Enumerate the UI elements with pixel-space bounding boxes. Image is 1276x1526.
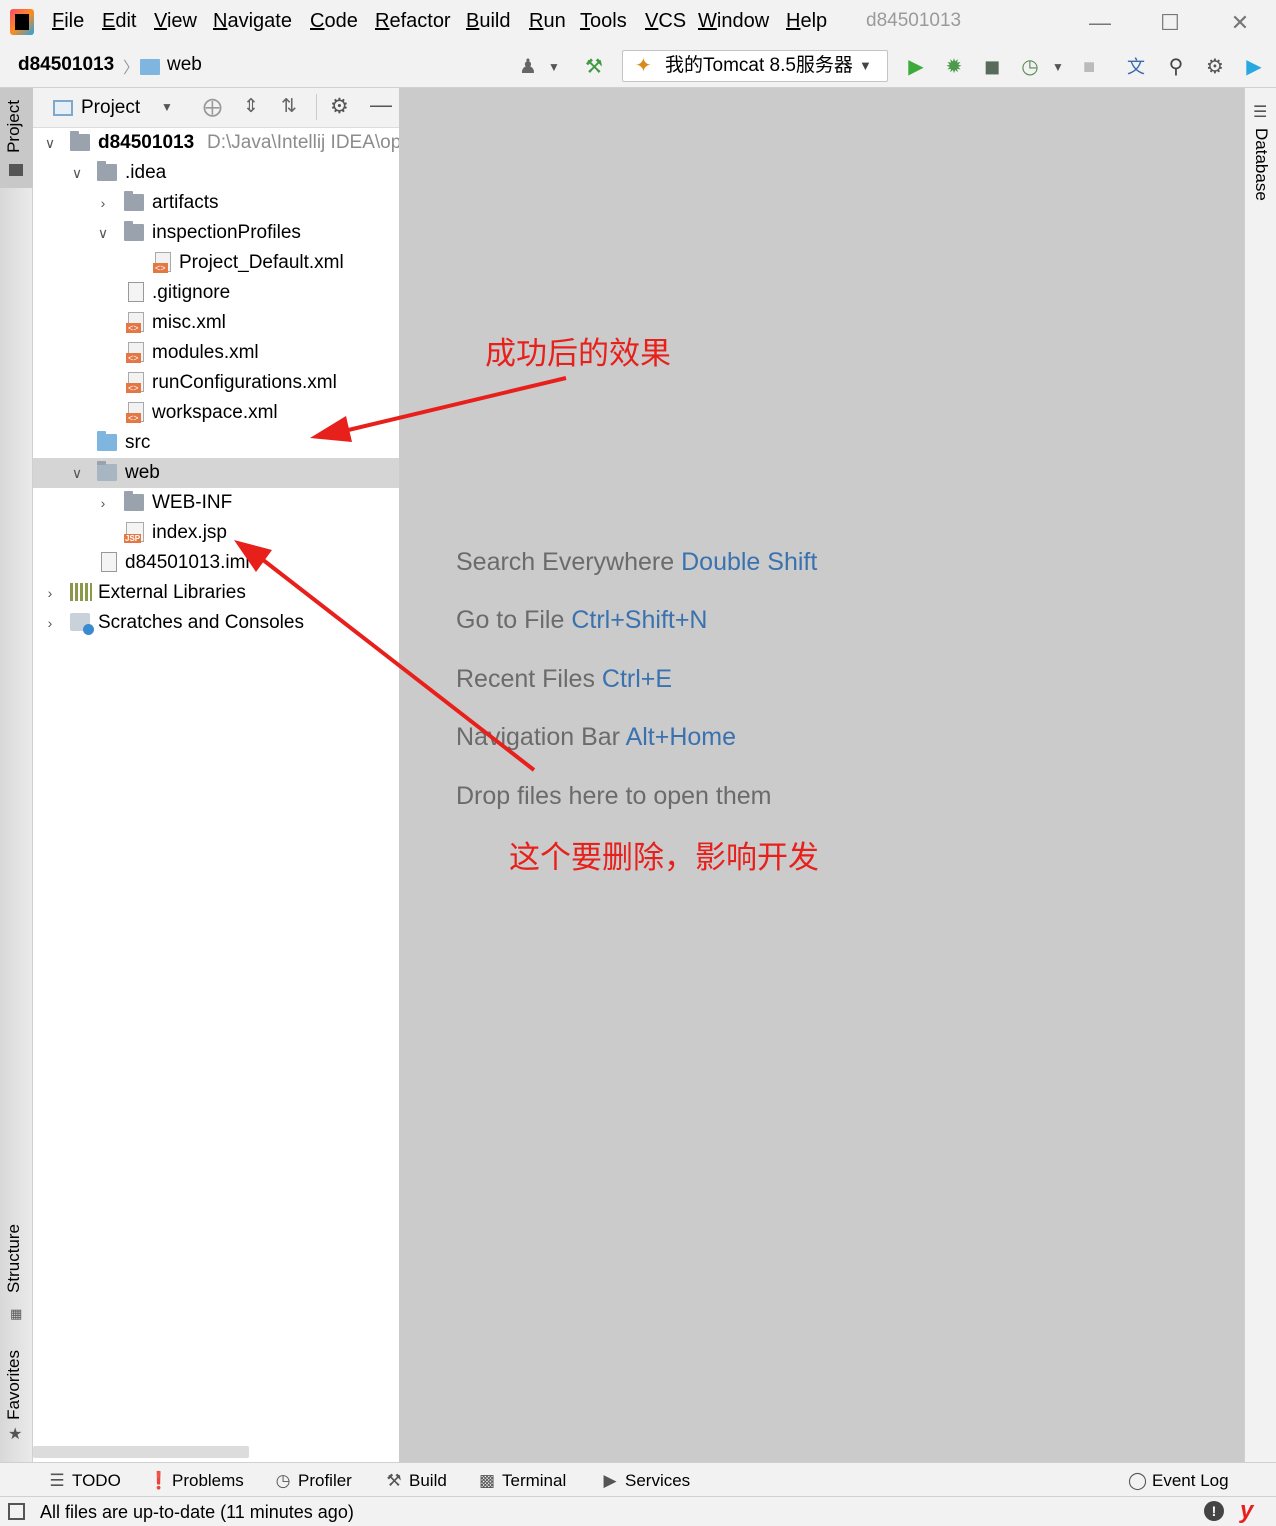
status-text: All files are up-to-date (11 minutes ago… — [40, 1502, 354, 1522]
event-log-icon: ◯ — [1128, 1471, 1148, 1490]
profiler-tab[interactable]: ◷ Profiler — [274, 1471, 352, 1491]
terminal-tab[interactable]: ▩ Terminal — [478, 1471, 566, 1491]
hammer-icon: ⚒ — [386, 1471, 402, 1490]
youdao-icon[interactable]: y — [1240, 1497, 1253, 1525]
problems-tab[interactable]: ❗ Problems — [148, 1471, 244, 1491]
list-icon: ☰ — [49, 1471, 65, 1490]
services-icon: ▶ — [603, 1471, 617, 1490]
panel-toggle-icon[interactable] — [8, 1503, 25, 1520]
annotation-arrows — [234, 376, 567, 772]
profiler-icon: ◷ — [275, 1471, 291, 1490]
problems-icon: ❗ — [148, 1471, 170, 1490]
terminal-icon: ▩ — [478, 1471, 496, 1490]
status-bar: All files are up-to-date (11 minutes ago… — [0, 1496, 1276, 1526]
notification-icon[interactable]: ! — [1204, 1501, 1224, 1521]
arrow-to-workspace-icon — [310, 376, 567, 442]
event-log-tab[interactable]: ◯ Event Log — [1128, 1471, 1229, 1491]
bottom-tool-tabs: ☰ TODO ❗ Problems ◷ Profiler ⚒ Build ▩ Termin… — [0, 1462, 1276, 1496]
build-tab[interactable]: ⚒ Build — [385, 1471, 446, 1491]
todo-tab[interactable]: ☰ TODO — [48, 1471, 120, 1491]
services-tab[interactable]: ▶ Services — [601, 1471, 690, 1491]
arrow-to-index-jsp-icon — [234, 540, 536, 772]
